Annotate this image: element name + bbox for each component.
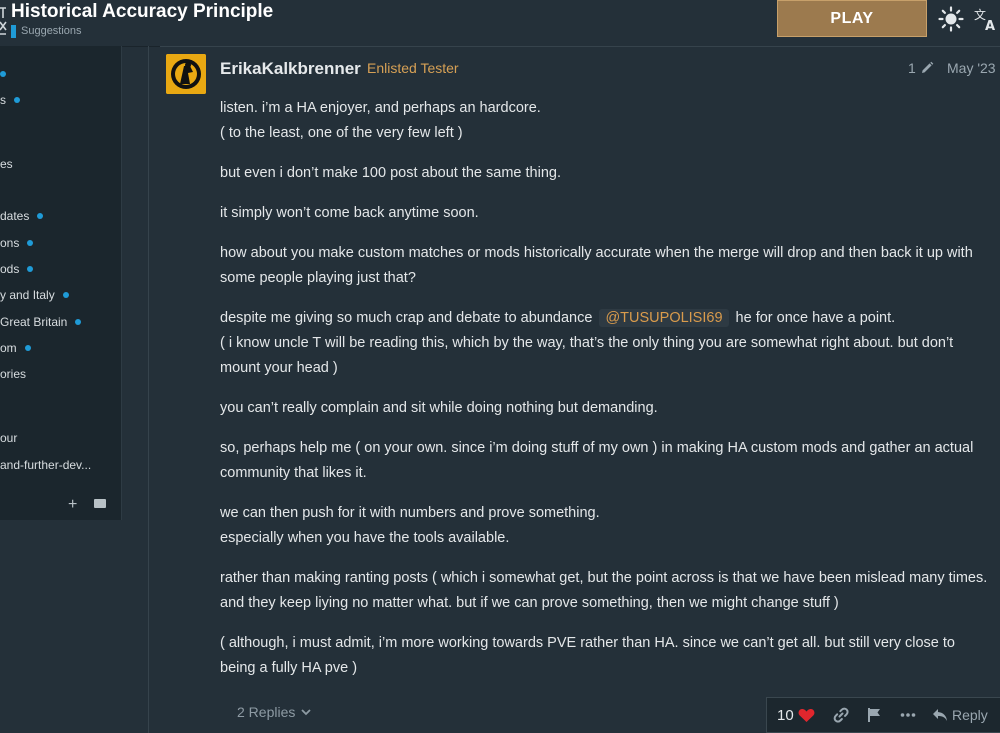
like-button[interactable]: 10	[777, 698, 815, 732]
svg-text:A: A	[985, 19, 995, 32]
post-paragraph: we can then push for it with numbers and…	[220, 505, 600, 546]
unread-dot	[0, 71, 6, 77]
unread-dot	[24, 345, 31, 351]
category-color-swatch	[11, 24, 16, 38]
post-username[interactable]: ErikaKalkbrenner	[220, 59, 361, 79]
show-replies-button[interactable]: 2 Replies	[237, 704, 312, 720]
page-title[interactable]: Historical Accuracy Principle	[11, 0, 273, 24]
sidebar-item[interactable]	[0, 66, 6, 82]
unread-dot	[62, 292, 69, 298]
sidebar-item[interactable]: ods	[0, 261, 34, 277]
topic-header: Historical Accuracy Principle Suggestion…	[0, 0, 1000, 47]
user-mention-link[interactable]: @TUSUPOLISI69	[599, 309, 729, 327]
unread-dot	[27, 266, 34, 272]
post-separator	[160, 46, 1000, 47]
copy-link-button[interactable]	[833, 698, 849, 732]
play-button[interactable]: PLAY	[777, 0, 927, 37]
sidebar-item[interactable]: Great Britain	[0, 314, 82, 330]
post-actions-bar: 10 Reply	[766, 697, 1000, 733]
category-label: Suggestions	[21, 25, 82, 37]
post-date[interactable]: May '23	[947, 60, 996, 76]
add-section-icon[interactable]: +	[68, 496, 77, 514]
post-paragraph: you can’t really complain and sit while …	[220, 400, 658, 416]
heart-icon	[798, 708, 815, 722]
post-paragraph: listen. i’m a HA enjoyer, and perhaps an…	[220, 100, 541, 141]
edit-count: 1	[908, 60, 916, 76]
sun-icon[interactable]	[938, 6, 964, 32]
ellipsis-icon	[900, 713, 916, 717]
post-paragraph: how about you make custom matches or mod…	[220, 245, 973, 286]
unread-dot	[14, 97, 20, 103]
unread-dot	[75, 319, 82, 325]
reply-arrow-icon	[933, 709, 947, 721]
chevron-down-icon	[301, 709, 312, 716]
post-body: listen. i’m a HA enjoyer, and perhaps an…	[220, 96, 990, 696]
sidebar-item[interactable]: y and Italy	[0, 287, 69, 303]
post-paragraph: but even i don’t make 100 post about the…	[220, 165, 561, 181]
post-paragraph: so, perhaps help me ( on your own. since…	[220, 440, 974, 481]
unread-dot	[27, 240, 34, 246]
sidebar-item[interactable]: and-further-dev...	[0, 457, 91, 473]
sidebar-item[interactable]: s	[0, 92, 20, 108]
pencil-icon	[921, 61, 934, 73]
unread-dot	[37, 213, 44, 219]
translate-icon[interactable]: 文 A	[973, 6, 999, 34]
sidebar-item[interactable]: dates	[0, 208, 44, 224]
sidebar: s es dates ons ods y and Italy Great Bri…	[0, 46, 122, 520]
reply-button[interactable]: Reply	[932, 698, 988, 732]
edit-history-button[interactable]: 1	[908, 60, 934, 76]
sidebar-item[interactable]: our	[0, 430, 17, 446]
link-icon	[833, 707, 849, 723]
keyboard-shortcuts-icon[interactable]	[94, 499, 106, 508]
post-paragraph: it simply won’t come back anytime soon.	[220, 205, 479, 221]
flag-icon	[868, 708, 880, 722]
timeline-divider	[148, 46, 149, 733]
post-paragraph: rather than making ranting posts ( which…	[220, 570, 988, 611]
flag-button[interactable]	[867, 698, 882, 732]
like-count: 10	[777, 706, 794, 724]
sidebar-item[interactable]: ons	[0, 235, 34, 251]
site-logo[interactable]	[0, 4, 8, 36]
reply-label: Reply	[952, 707, 988, 723]
post-paragraph: despite me giving so much crap and debat…	[220, 309, 954, 376]
sidebar-item[interactable]: om	[0, 340, 31, 356]
more-actions-button[interactable]	[900, 698, 916, 732]
sidebar-item[interactable]: es	[0, 156, 13, 172]
post-paragraph: ( although, i must admit, i’m more worki…	[220, 635, 955, 676]
sidebar-item[interactable]: ories	[0, 366, 26, 382]
category-badge[interactable]: Suggestions	[11, 24, 82, 38]
avatar[interactable]	[166, 54, 206, 94]
user-title: Enlisted Tester	[367, 60, 459, 76]
